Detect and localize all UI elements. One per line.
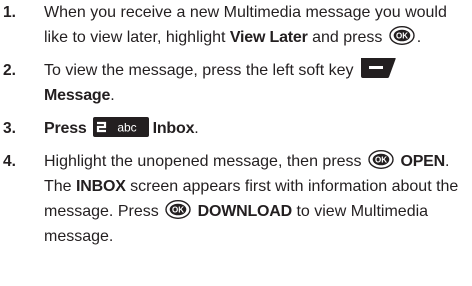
step-number: 2. (3, 62, 16, 79)
step-number: 1. (3, 4, 16, 21)
action-open: OPEN (400, 153, 445, 170)
action-download: DOWNLOAD (197, 203, 293, 220)
svg-text:abc: abc (117, 120, 136, 134)
svg-text:OK: OK (375, 156, 387, 165)
svg-text:OK: OK (172, 206, 184, 215)
step-line: When you receive a new Multimedia messag… (44, 4, 447, 21)
softkey-label-message: Message (44, 87, 111, 104)
instruction-page: 1. When you receive a new Multimedia mes… (0, 0, 472, 286)
step-line: like to view later, highlight View Later… (44, 25, 472, 50)
svg-text:OK: OK (396, 32, 408, 41)
step-text: To view the message, press the left soft… (44, 56, 472, 108)
step-number: 3. (3, 120, 16, 137)
step-line: message. (44, 228, 114, 245)
step-text: Press abc Inbox. (44, 116, 472, 141)
step-line: The INBOX screen appears first with info… (44, 178, 459, 195)
ok-key-icon: OK (368, 150, 394, 170)
step-line: Message. (44, 87, 115, 104)
left-soft-key-icon (359, 56, 397, 80)
ok-key-icon: OK (389, 26, 415, 46)
two-abc-key-icon: abc (92, 116, 149, 137)
step-line: Highlight the unopened message, then pre… (44, 149, 472, 174)
ok-key-icon: OK (165, 200, 191, 220)
step-text: When you receive a new Multimedia messag… (44, 0, 472, 50)
step-line: To view the message, press the left soft… (44, 56, 472, 83)
step-line: Press abc Inbox. (44, 116, 472, 141)
menu-option-view-later: View Later (229, 29, 308, 46)
step-text: Highlight the unopened message, then pre… (44, 149, 472, 249)
screen-name-inbox: INBOX (76, 178, 126, 195)
step-line: message. Press OK DOWNLOAD to view Multi… (44, 199, 472, 224)
step-number: 4. (3, 153, 16, 170)
menu-option-inbox: Inbox (152, 120, 195, 137)
